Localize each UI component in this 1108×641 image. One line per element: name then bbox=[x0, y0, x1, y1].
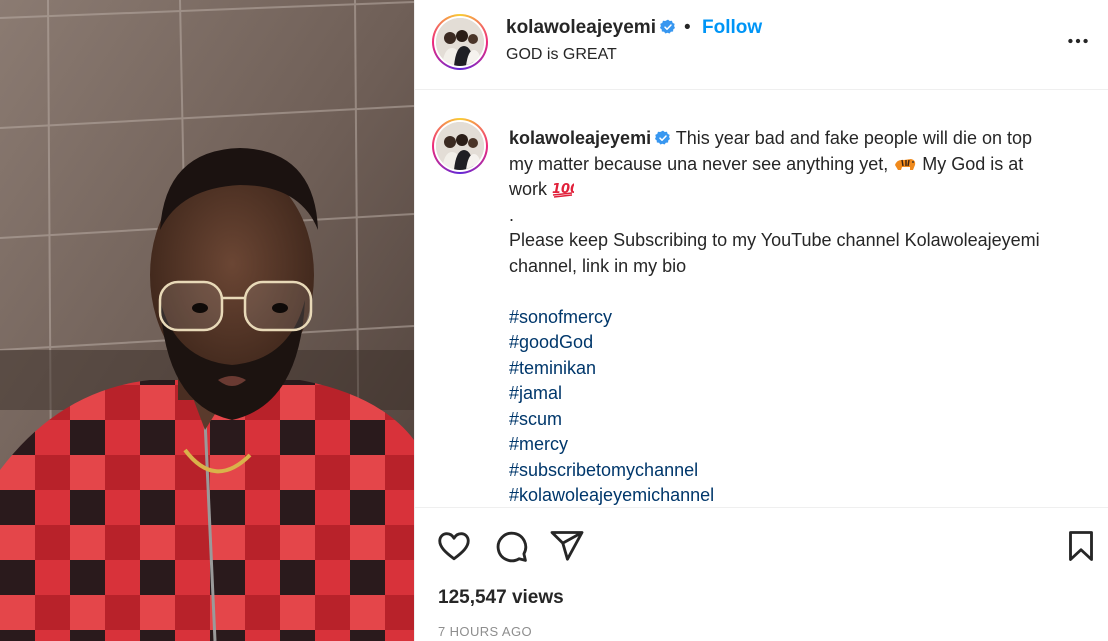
tiger-emoji bbox=[895, 158, 916, 170]
follow-button[interactable]: Follow bbox=[702, 17, 762, 39]
hashtag-link[interactable]: #scum bbox=[509, 407, 1089, 433]
verified-badge-icon bbox=[655, 130, 671, 145]
hashtag-link[interactable]: #jamal bbox=[509, 381, 1089, 407]
caption-line-4: work bbox=[509, 179, 548, 199]
post-video[interactable] bbox=[0, 0, 414, 641]
bookmark-icon[interactable] bbox=[1063, 528, 1099, 564]
caption-line-5: . bbox=[509, 204, 515, 225]
heart-icon[interactable] bbox=[436, 528, 472, 564]
post-header: kolawoleajeyemi • Follow GOD is GREAT bbox=[415, 0, 1108, 90]
header-subtitle: GOD is GREAT bbox=[506, 46, 617, 63]
avatar-image bbox=[436, 122, 484, 170]
hashtag-link[interactable]: #kolawoleajeyemichannel bbox=[509, 483, 1089, 507]
caption-avatar[interactable] bbox=[432, 118, 488, 174]
views-count[interactable]: 125,547 views bbox=[438, 587, 564, 609]
caption-line-1: This year bad and fake people will die o… bbox=[675, 128, 1032, 148]
hashtag-link[interactable]: #teminikan bbox=[509, 356, 1089, 382]
comment-icon[interactable] bbox=[493, 528, 529, 564]
verified-badge-icon bbox=[659, 19, 675, 34]
hashtag-link[interactable]: #subscribetomychannel bbox=[509, 458, 1089, 484]
caption-line-2: my matter because una never see anything… bbox=[509, 153, 889, 174]
caption-line-7: channel, link in my bio bbox=[509, 255, 687, 276]
hashtag-link[interactable]: #goodGod bbox=[509, 330, 1089, 356]
header-username[interactable]: kolawoleajeyemi bbox=[506, 17, 676, 39]
avatar-image bbox=[436, 18, 484, 66]
separator-dot: • bbox=[684, 17, 691, 38]
profile-avatar[interactable] bbox=[432, 14, 488, 70]
post-timestamp[interactable]: 7 HOURS AGO bbox=[438, 624, 532, 639]
share-icon[interactable] bbox=[549, 528, 585, 564]
caption-line-6: Please keep Subscribing to my YouTube ch… bbox=[509, 230, 1040, 250]
caption-line-3: My God is at bbox=[922, 153, 1024, 174]
caption-username[interactable]: kolawoleajeyemi bbox=[509, 128, 651, 148]
post-actions: 125,547 views 7 HOURS AGO bbox=[415, 507, 1108, 641]
caption-text: kolawoleajeyemi This year bad and fake p… bbox=[509, 126, 1089, 507]
caption-section: kolawoleajeyemi This year bad and fake p… bbox=[415, 91, 1108, 507]
hashtag-link[interactable]: #mercy bbox=[509, 432, 1089, 458]
hashtag-link[interactable]: #sonofmercy bbox=[509, 305, 1089, 331]
video-frame-image bbox=[0, 0, 414, 641]
header-username-text[interactable]: kolawoleajeyemi bbox=[506, 17, 656, 38]
hundred-points-emoji: 100 bbox=[552, 182, 574, 198]
post-details-panel: kolawoleajeyemi • Follow GOD is GREAT ko… bbox=[414, 0, 1108, 641]
more-options-icon[interactable] bbox=[1065, 28, 1091, 54]
